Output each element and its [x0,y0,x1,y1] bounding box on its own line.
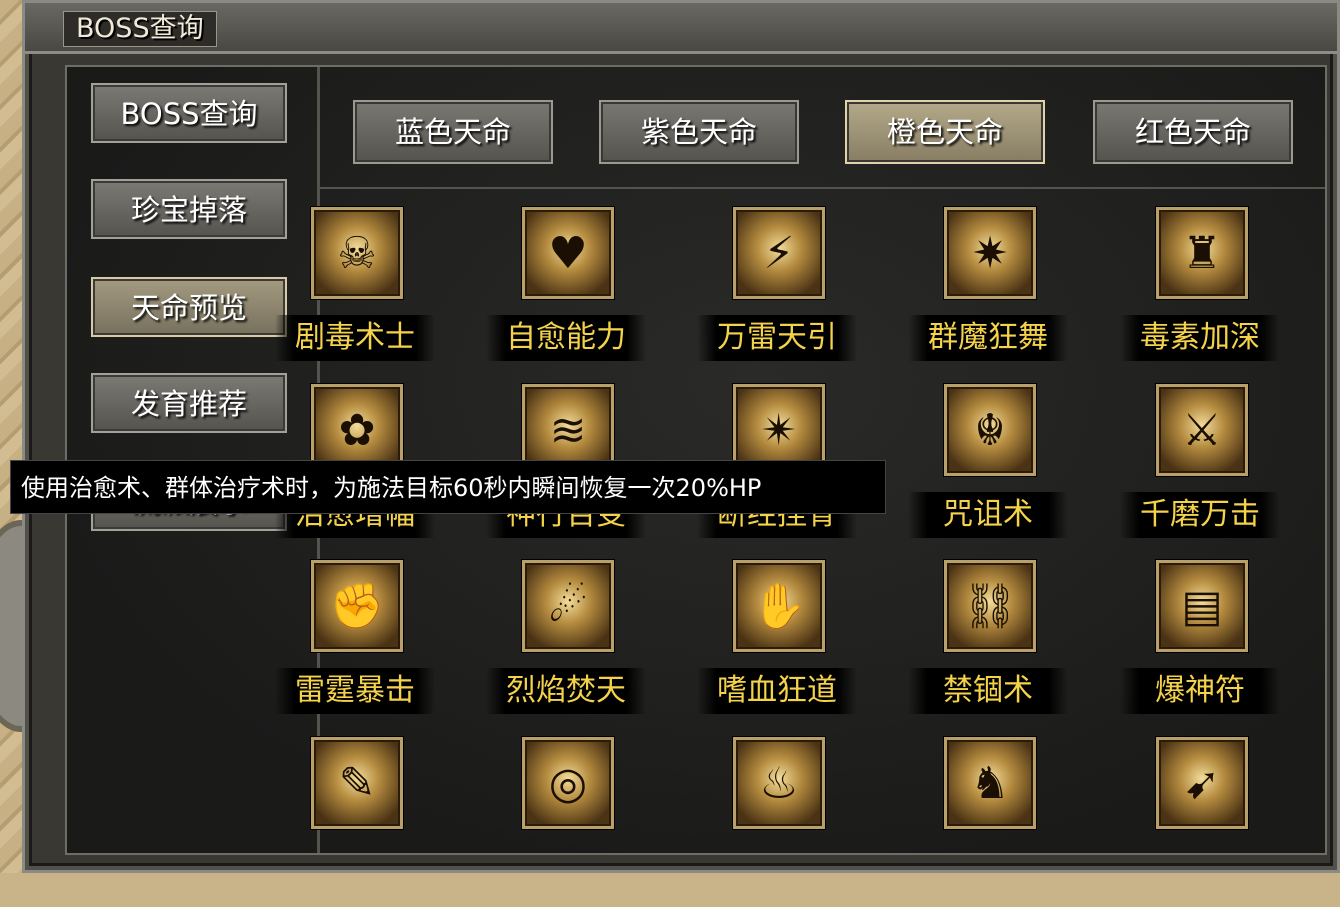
beast-icon[interactable]: ♞ [944,737,1036,829]
skill-item[interactable]: ⚔ 千磨万击 [1120,384,1280,554]
skill-item[interactable]: ➹ [1120,737,1280,907]
chain-icon[interactable]: ⛓ [944,560,1036,652]
claw-icon[interactable]: ✋ [733,560,825,652]
sidebar-item-growth-recommend[interactable]: 发育推荐 [91,373,287,433]
tab-blue-destiny[interactable]: 蓝色天命 [353,100,553,164]
curse-icon[interactable]: ☬ [944,384,1036,476]
skill-label: 剧毒术士 [275,315,435,361]
skill-item[interactable]: ♜ 毒素加深 [1120,207,1280,377]
tab-orange-destiny[interactable]: 橙色天命 [845,100,1045,164]
skill-item[interactable]: ♥ 自愈能力 [486,207,646,377]
skill-item[interactable]: ⛓ 禁锢术 [908,560,1068,730]
heart-icon[interactable]: ♥ [522,207,614,299]
skill-item[interactable]: ✋ 嗜血狂道 [697,560,857,730]
tab-purple-destiny[interactable]: 紫色天命 [599,100,799,164]
skill-label: 自愈能力 [486,315,646,361]
skill-item[interactable]: ✎ [275,737,435,907]
skill-item[interactable]: ☠ 剧毒术士 [275,207,435,377]
skill-item[interactable]: ☄ 烈焰焚天 [486,560,646,730]
skill-label: 禁锢术 [908,668,1068,714]
skill-tooltip: 使用治愈术、群体治疗术时，为施法目标60秒内瞬间恢复一次20%HP [10,460,886,514]
skill-label: 毒素加深 [1120,315,1280,361]
dash-icon[interactable]: ➹ [1156,737,1248,829]
skill-label: 咒诅术 [908,492,1068,538]
skill-item[interactable]: ☬ 咒诅术 [908,384,1068,554]
skill-item[interactable]: ⚡ 万雷天引 [697,207,857,377]
lightning-icon[interactable]: ⚡ [733,207,825,299]
sidebar-item-treasure-drop[interactable]: 珍宝掉落 [91,179,287,239]
vortex-icon[interactable]: ◎ [522,737,614,829]
sidebar-item-destiny-preview[interactable]: 天命预览 [91,277,287,337]
skill-label: 雷霆暴击 [275,668,435,714]
skill-label: 万雷天引 [697,315,857,361]
skill-label: 千磨万击 [1120,492,1280,538]
skill-item[interactable]: ✊ 雷霆暴击 [275,560,435,730]
skill-label: 爆神符 [1120,668,1280,714]
skill-item[interactable]: ✷ 群魔狂舞 [908,207,1068,377]
demon-dance-icon[interactable]: ✷ [944,207,1036,299]
talisman-icon[interactable]: ▤ [1156,560,1248,652]
skill-item[interactable]: ♨ [697,737,857,907]
fist-icon[interactable]: ✊ [311,560,403,652]
skill-label: 烈焰焚天 [486,668,646,714]
slash-icon[interactable]: ⚔ [1156,384,1248,476]
skill-item[interactable]: ♞ [908,737,1068,907]
aura-icon[interactable]: ♨ [733,737,825,829]
boss-query-window: BOSS查询 BOSS查询 珍宝掉落 天命预览 发育推荐 流派展示 蓝色天命 紫… [22,0,1340,873]
tab-red-destiny[interactable]: 红色天命 [1093,100,1293,164]
warrior-icon[interactable]: ♜ [1156,207,1248,299]
feather-icon[interactable]: ✎ [311,737,403,829]
title-bar: BOSS查询 [25,3,1337,54]
skull-icon[interactable]: ☠ [311,207,403,299]
skill-label: 群魔狂舞 [908,315,1068,361]
sidebar-item-boss-query[interactable]: BOSS查询 [91,83,287,143]
window-title: BOSS查询 [63,11,217,47]
skill-label: 嗜血狂道 [697,668,857,714]
destiny-tabs: 蓝色天命 紫色天命 橙色天命 红色天命 [317,67,1325,189]
skill-item[interactable]: ◎ [486,737,646,907]
fireball-icon[interactable]: ☄ [522,560,614,652]
skill-item[interactable]: ▤ 爆神符 [1120,560,1280,730]
